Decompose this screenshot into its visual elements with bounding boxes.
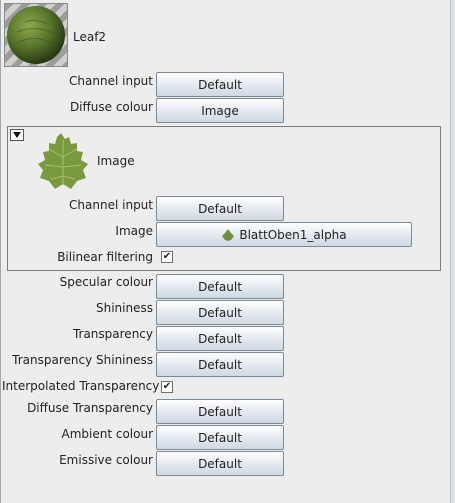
emissive-colour-label: Emissive colour — [59, 453, 153, 467]
diffuse-transparency-button[interactable]: Default — [156, 399, 284, 424]
triangle-down-icon — [13, 132, 21, 138]
material-name: Leaf2 — [73, 30, 107, 44]
window-left-edge — [0, 0, 1, 503]
check-icon: ✔ — [162, 381, 172, 392]
image-select-value: BlattOben1_alpha — [239, 227, 347, 242]
collapse-toggle[interactable] — [10, 129, 24, 141]
leaf-sphere-icon — [7, 6, 65, 64]
specular-colour-label: Specular colour — [59, 275, 153, 289]
leaf-small-icon — [222, 228, 235, 241]
interpolated-transparency-checkbox[interactable]: ✔ — [161, 381, 173, 393]
image-thumbnail — [31, 129, 95, 193]
channel-input-button[interactable]: Default — [156, 72, 284, 97]
shininess-label: Shininess — [96, 301, 153, 315]
channel-input-label: Channel input — [69, 74, 153, 88]
transparency-shininess-button[interactable]: Default — [156, 352, 284, 377]
diffuse-transparency-label: Diffuse Transparency — [27, 401, 153, 415]
panel-image-label: Image — [115, 224, 153, 238]
emissive-colour-button[interactable]: Default — [156, 451, 284, 476]
diffuse-colour-button[interactable]: Image — [156, 98, 284, 123]
leaf-icon — [38, 133, 88, 189]
image-panel-title: Image — [97, 154, 135, 168]
panel-channel-input-button[interactable]: Default — [156, 196, 284, 221]
ambient-colour-button[interactable]: Default — [156, 425, 284, 450]
transparency-button[interactable]: Default — [156, 326, 284, 351]
transparency-label: Transparency — [72, 327, 153, 341]
vertical-scrollbar[interactable] — [450, 0, 455, 503]
image-subpanel: Image Channel input Default Image BlattO… — [7, 126, 441, 271]
check-icon: ✔ — [162, 251, 172, 262]
image-select-button[interactable]: BlattOben1_alpha — [156, 222, 412, 247]
bilinear-filtering-checkbox[interactable]: ✔ — [161, 251, 173, 263]
bilinear-filtering-label: Bilinear filtering — [57, 250, 153, 264]
ambient-colour-label: Ambient colour — [61, 427, 153, 441]
interpolated-transparency-label: Interpolated Transparency — [2, 379, 160, 393]
transparency-shininess-label: Transparency Shininess — [12, 353, 153, 367]
panel-channel-input-label: Channel input — [69, 198, 153, 212]
material-thumbnail — [4, 3, 68, 67]
shininess-button[interactable]: Default — [156, 300, 284, 325]
specular-colour-button[interactable]: Default — [156, 274, 284, 299]
diffuse-colour-label: Diffuse colour — [69, 100, 153, 114]
